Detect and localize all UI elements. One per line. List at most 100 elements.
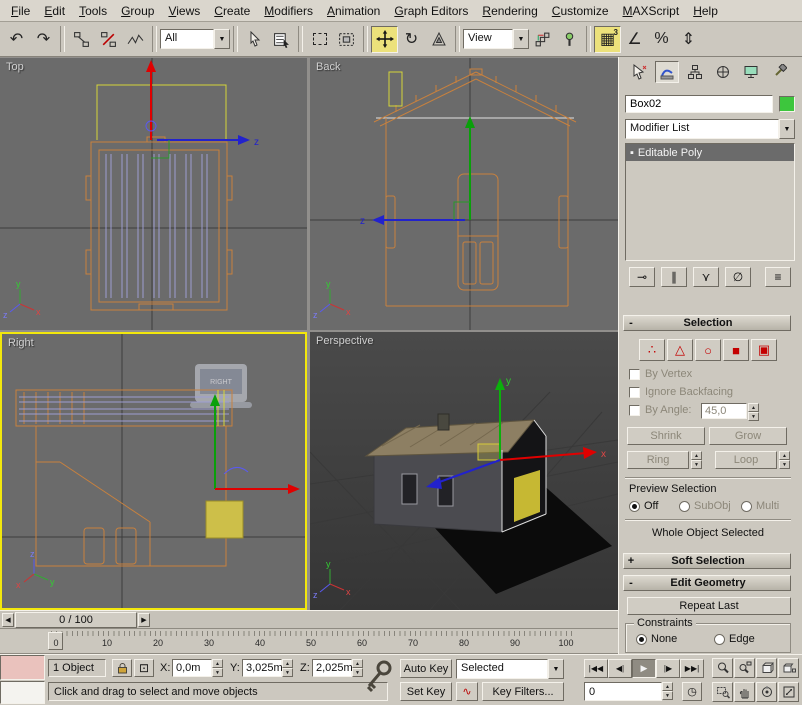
pan-button[interactable] [734, 682, 755, 702]
select-by-name-icon[interactable] [268, 26, 295, 53]
play-button[interactable]: ▶ [632, 659, 656, 678]
previous-frame-button[interactable]: ◀| [608, 659, 632, 678]
ring-spinner[interactable]: ▲▼ [691, 451, 702, 469]
menu-create[interactable]: Create [207, 1, 257, 21]
angle-snap-icon[interactable]: ∠ [621, 26, 648, 53]
chevron-down-icon[interactable]: ▼ [214, 29, 230, 49]
min-max-toggle-button[interactable] [778, 682, 799, 702]
selection-lock-toggle[interactable] [112, 659, 132, 677]
menu-modifiers[interactable]: Modifiers [257, 1, 320, 21]
loop-spinner[interactable]: ▲▼ [779, 451, 790, 469]
zoom-extents-all-button[interactable] [778, 658, 799, 678]
percent-snap-icon[interactable]: % [648, 26, 675, 53]
tab-utilities[interactable] [767, 61, 791, 83]
by-vertex-checkbox[interactable] [629, 369, 640, 380]
go-to-end-button[interactable]: ▶▶| [680, 659, 704, 678]
select-and-scale-icon[interactable] [425, 26, 452, 53]
ignore-backfacing-checkbox[interactable] [629, 387, 640, 398]
spinner-snap-icon[interactable]: ⇕ [675, 26, 702, 53]
viewport-label-top[interactable]: Top [6, 61, 24, 73]
absolute-offset-toggle[interactable]: ⊡ [134, 659, 154, 677]
loop-button[interactable]: Loop [715, 451, 777, 469]
viewport-back[interactable]: z y x z Back [310, 58, 618, 330]
select-and-move-icon[interactable] [371, 26, 398, 53]
x-spinner[interactable]: ▲▼ [212, 659, 223, 677]
shrink-button[interactable]: Shrink [627, 427, 705, 445]
menu-maxscript[interactable]: MAXScript [616, 1, 687, 21]
preview-multi-radio[interactable] [741, 501, 752, 512]
time-configuration-button[interactable]: ◷ [682, 682, 702, 701]
by-angle-checkbox[interactable] [629, 405, 640, 416]
viewport-perspective[interactable]: y x y x z Perspective [310, 332, 618, 610]
modifier-stack[interactable]: ▪ Editable Poly [625, 143, 795, 261]
pin-stack-button[interactable]: ⊸ [629, 267, 655, 287]
rectangular-selection-region-icon[interactable] [306, 26, 333, 53]
tab-hierarchy[interactable] [683, 61, 707, 83]
auto-key-button[interactable]: Auto Key [400, 659, 452, 678]
tab-modify[interactable] [655, 61, 679, 83]
make-unique-button[interactable]: ⋎ [693, 267, 719, 287]
menu-tools[interactable]: Tools [72, 1, 114, 21]
set-key-button[interactable]: Set Key [400, 682, 452, 701]
menu-group[interactable]: Group [114, 1, 161, 21]
timeline-ruler[interactable]: 0102030405060708090100 [0, 629, 618, 654]
selection-filter-dropdown[interactable]: All ▼ [160, 29, 230, 49]
viewport-right[interactable]: RIGHT [0, 332, 307, 610]
subobject-border-button[interactable]: ○ [695, 339, 721, 361]
window-crossing-toggle-icon[interactable] [333, 26, 360, 53]
menu-edit[interactable]: Edit [37, 1, 72, 21]
frame-spinner[interactable]: ▲▼ [662, 682, 673, 700]
mini-listener-pane[interactable] [0, 681, 45, 704]
constraint-none-radio[interactable] [636, 634, 647, 645]
ring-button[interactable]: Ring [627, 451, 689, 469]
object-name-field[interactable] [625, 95, 773, 113]
x-coordinate-field[interactable]: 0,0m [172, 659, 212, 677]
menu-file[interactable]: File [4, 1, 37, 21]
go-to-start-button[interactable]: |◀◀ [584, 659, 608, 678]
repeat-last-button[interactable]: Repeat Last [627, 597, 791, 615]
tab-display[interactable] [739, 61, 763, 83]
arc-rotate-button[interactable] [756, 682, 777, 702]
select-and-link-icon[interactable] [68, 26, 95, 53]
y-spinner[interactable]: ▲▼ [282, 659, 293, 677]
viewport-top[interactable]: z y x z Top [0, 58, 307, 330]
subobject-polygon-button[interactable]: ■ [723, 339, 749, 361]
menu-animation[interactable]: Animation [320, 1, 387, 21]
subobject-vertex-button[interactable]: ∴ [639, 339, 665, 361]
viewport-label-right[interactable]: Right [8, 337, 34, 349]
tab-create[interactable] [627, 61, 651, 83]
viewport-label-back[interactable]: Back [316, 61, 340, 73]
rollout-edit-geometry[interactable]: - Edit Geometry [623, 575, 791, 591]
by-angle-spinner[interactable]: ▲▼ [748, 403, 759, 421]
zoom-region-button[interactable] [712, 682, 733, 702]
redo-icon[interactable]: ↷ [30, 26, 57, 53]
select-and-manipulate-icon[interactable] [556, 26, 583, 53]
time-slider-prev-icon[interactable]: ◀ [2, 613, 14, 627]
preview-off-radio[interactable] [629, 501, 640, 512]
menu-customize[interactable]: Customize [545, 1, 616, 21]
by-angle-field[interactable]: 45,0 [701, 403, 747, 419]
set-keys-button[interactable] [362, 658, 396, 702]
menu-rendering[interactable]: Rendering [475, 1, 544, 21]
key-filters-button[interactable]: Key Filters... [482, 682, 564, 701]
zoom-button[interactable] [712, 658, 733, 678]
configure-modifier-sets-button[interactable]: ≡ [765, 267, 791, 287]
subobject-element-button[interactable]: ▣ [751, 339, 777, 361]
use-pivot-point-center-icon[interactable] [529, 26, 556, 53]
menu-views[interactable]: Views [161, 1, 207, 21]
viewport-label-perspective[interactable]: Perspective [316, 335, 373, 347]
time-slider-next-icon[interactable]: ▶ [138, 613, 150, 627]
snap-toggle-3d-icon[interactable]: ▦ 3 [594, 26, 621, 53]
subobject-edge-button[interactable]: △ [667, 339, 693, 361]
remove-modifier-button[interactable]: ∅ [725, 267, 751, 287]
constraint-edge-radio[interactable] [714, 634, 725, 645]
preview-subobj-radio[interactable] [679, 501, 690, 512]
zoom-all-button[interactable] [734, 658, 755, 678]
rollout-soft-selection[interactable]: + Soft Selection [623, 553, 791, 569]
next-frame-button[interactable]: |▶ [656, 659, 680, 678]
z-coordinate-field[interactable]: 2,025m [312, 659, 352, 677]
rollout-selection[interactable]: - Selection [623, 315, 791, 331]
chevron-down-icon[interactable]: ▼ [513, 29, 529, 49]
undo-icon[interactable]: ↶ [3, 26, 30, 53]
tab-motion[interactable] [711, 61, 735, 83]
